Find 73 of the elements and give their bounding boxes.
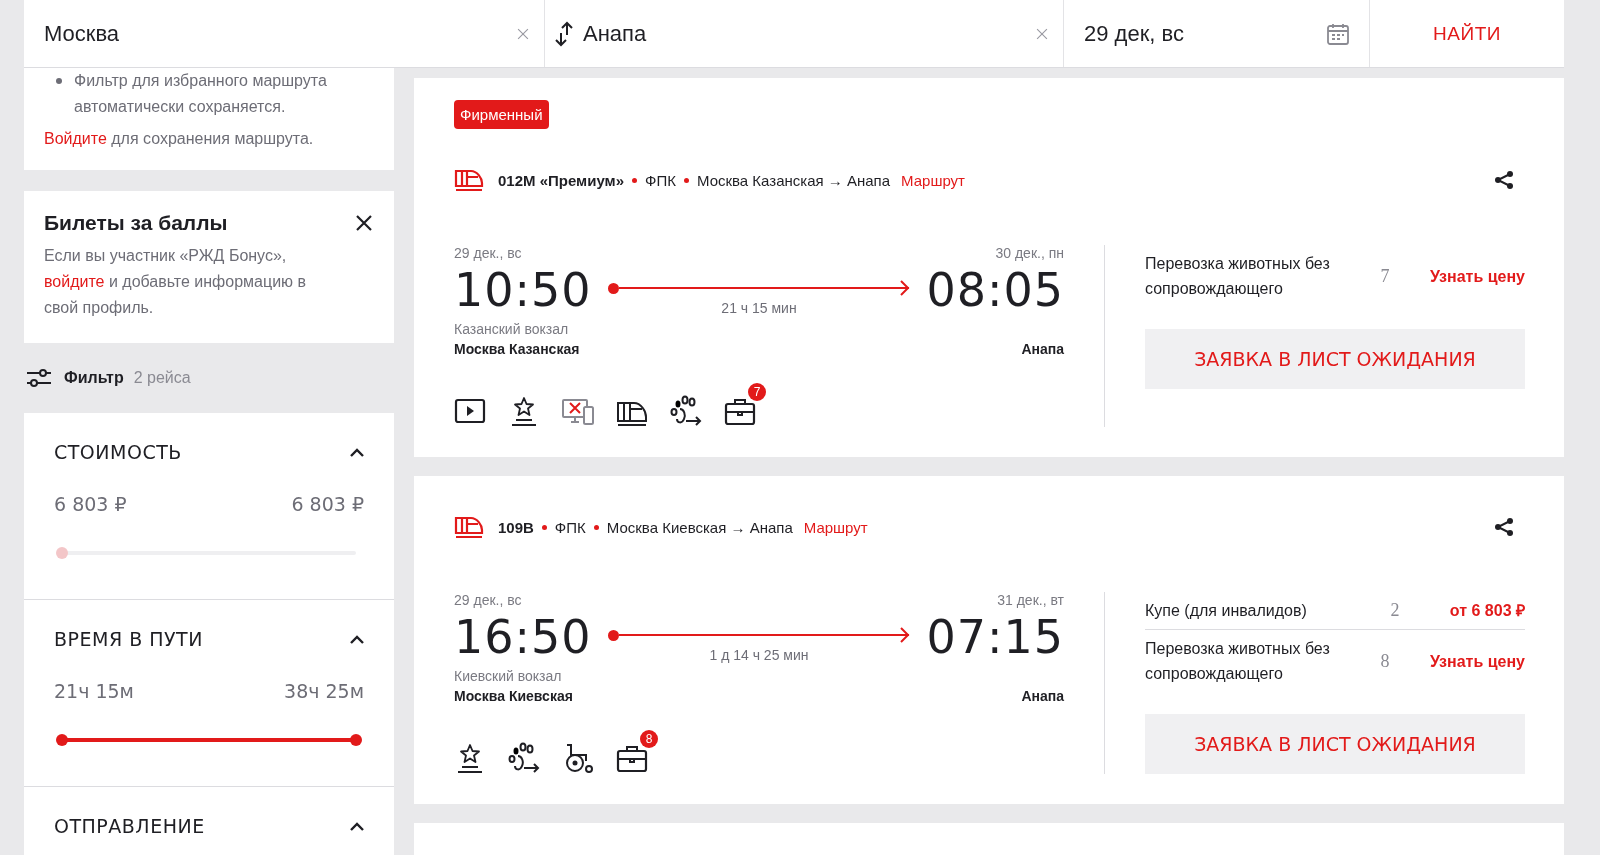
price-link[interactable]: от 6 803 ₽ [1449,598,1525,623]
bullet-icon [56,78,62,84]
from-field[interactable]: Москва [24,0,545,67]
chevron-up-icon[interactable] [350,821,364,831]
departure-time: 10:50 [454,262,592,319]
train-number: 012М «Премиум» [498,171,625,189]
trip-count: 2 рейса [133,369,191,387]
station-name: Киевский вокзал [454,668,563,684]
share-icon[interactable] [1494,517,1514,537]
seat-count: 7 [1379,264,1391,288]
login-hint: Войдите для сохранения маршрута. [44,129,315,149]
departure-date: 29 дек., вс [454,592,522,608]
carrier: ФПК [554,518,586,536]
station-name: Казанский вокзал [454,321,570,337]
route: Москва Казанская → Анапа [696,171,891,189]
section-title: ОТПРАВЛЕНИЕ [54,815,205,837]
trip-duration: 21 ч 15 мин [720,300,798,316]
arrival-date: 31 дек., вт [997,592,1064,608]
section-title: СТОИМОСТЬ [54,441,182,463]
arrival-time: 07:15 [926,609,1064,666]
filter-icon[interactable] [26,366,52,390]
share-icon[interactable] [1494,170,1514,190]
count-badge: 8 [640,730,658,748]
section-title: ВРЕМЯ В ПУТИ [54,628,203,650]
seat-type: Перевозка животных без сопровождающего [1145,639,1331,684]
seat-type: Купе (для инвалидов) [1145,601,1308,621]
seat-type: Перевозка животных без сопровождающего [1145,254,1331,299]
departure-date: 29 дек., вс [454,245,522,261]
login-link[interactable]: Войдите [44,130,107,147]
min-value: 6 803 ₽ [54,493,127,515]
route-link[interactable]: Маршрут [901,171,965,189]
clear-icon[interactable] [1035,26,1049,41]
max-value: 6 803 ₽ [291,493,364,515]
arrival-city: Анапа [1021,341,1064,357]
login-link[interactable]: войдите [44,273,105,290]
price-link[interactable]: Узнать цену [1429,263,1525,289]
trip-duration: 1 д 14 ч 25 мин [708,647,810,663]
close-icon[interactable] [354,213,374,233]
slider-thumb[interactable] [350,734,362,746]
count-badge: 7 [748,383,766,401]
chevron-up-icon[interactable] [350,634,364,644]
arrival-date: 30 дек., пн [995,245,1064,261]
max-value: 38ч 25м [284,680,364,702]
train-icon [454,515,484,539]
min-value: 21ч 15м [54,680,134,702]
seat-count: 8 [1379,649,1391,673]
train-icon [454,168,484,192]
note-text: Фильтр для избранного маршрута автоматически сохраняется. [74,71,328,117]
waitlist-button[interactable]: ЗАЯВКА В ЛИСТ ОЖИДАНИЯ [1145,714,1525,774]
paw-icon [508,742,540,774]
carrier: ФПК [645,171,676,189]
arrival-city: Анапа [1021,688,1064,704]
brand-tag: Фирменный [454,100,549,129]
departure-time: 16:50 [454,609,592,666]
paw-icon [670,395,702,427]
departure-city: Москва Киевская [454,688,573,704]
range-slider[interactable] [56,734,362,746]
card-title: Билеты за баллы [44,211,228,235]
bonus-text: Если вы участник «РЖД Бонус», войдите и добавьте информацию в свой профиль. [44,246,307,318]
clear-icon[interactable] [516,26,530,41]
arrival-time: 08:05 [926,262,1064,319]
to-field[interactable]: Анапа [545,0,1064,67]
swap-icon[interactable] [555,20,573,47]
waitlist-button[interactable]: ЗАЯВКА В ЛИСТ ОЖИДАНИЯ [1145,329,1525,389]
calendar-icon[interactable] [1327,22,1349,45]
filter-label[interactable]: Фильтр [64,369,124,387]
slider-thumb[interactable] [56,734,68,746]
price-link[interactable]: Узнать цену [1429,648,1525,674]
route-link[interactable]: Маршрут [803,518,868,536]
seat-count: 2 [1389,599,1401,622]
route: Москва Киевская → Анапа [606,518,793,536]
train-number: 109В [498,518,534,536]
departure-city: Москва Казанская [454,341,580,357]
